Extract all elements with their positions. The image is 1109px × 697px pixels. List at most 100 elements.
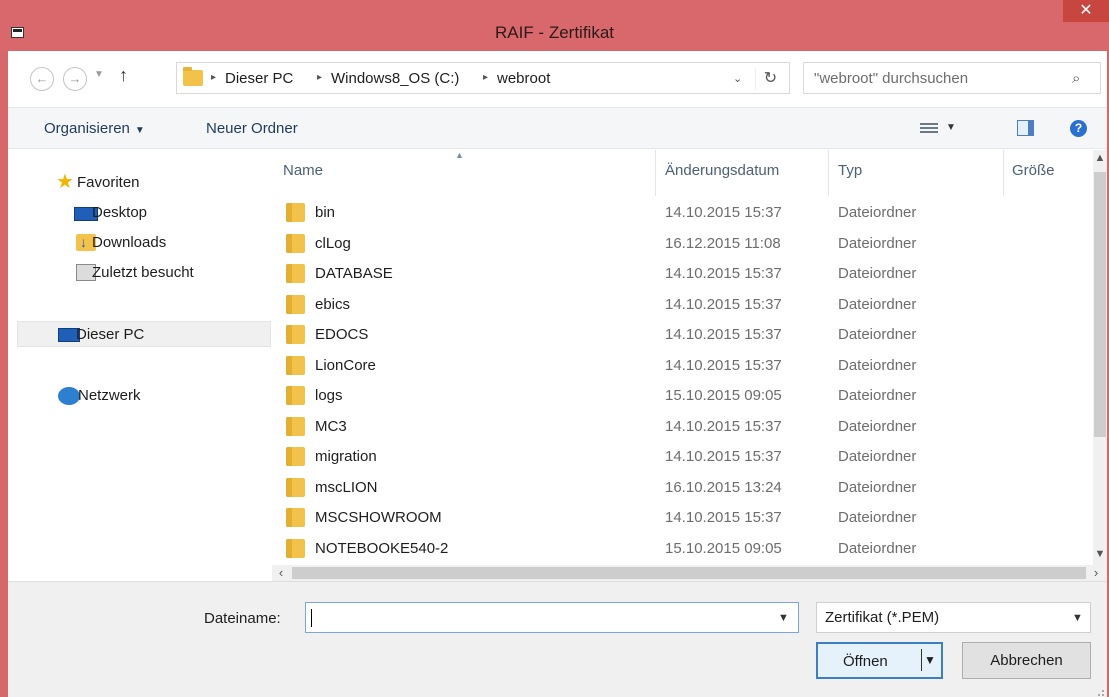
table-row[interactable]: EDOCS 14.10.2015 15:37 Dateiordner [272,320,1092,350]
breadcrumb-separator-icon: ▸ [317,72,323,83]
nav-this-pc-label: Dieser PC [76,326,145,343]
filename-input[interactable]: ▼ [305,602,799,633]
file-type-select[interactable]: Zertifikat (*.PEM) ▼ [816,602,1091,633]
new-folder-button[interactable]: Neuer Ordner [206,120,298,137]
file-date: 14.10.2015 15:37 [665,295,782,313]
breadcrumb-drive[interactable]: Windows8_OS (C:) [331,70,459,87]
dialog-client: ← → ▼ ↑ ▸ Dieser PC ▸ Windows8_OS (C:) ▸… [8,51,1107,697]
file-name: bin [315,204,336,221]
column-header-date[interactable]: Änderungsdatum [665,162,779,179]
table-row[interactable]: ebics 14.10.2015 15:37 Dateiordner [272,290,1092,320]
address-chevron-down-icon[interactable]: ⌄ [733,72,742,85]
folder-icon [286,325,305,344]
scroll-down-icon[interactable]: ▼ [1093,548,1107,560]
organize-button[interactable]: Organisieren ▼ [44,120,145,137]
nav-favorites-label: Favoriten [77,174,140,191]
column-divider[interactable] [655,150,656,196]
nav-recent-places[interactable]: Zuletzt besucht [20,260,272,286]
table-row[interactable]: DATABASE 14.10.2015 15:37 Dateiordner [272,259,1092,289]
scroll-up-icon[interactable]: ▲ [1093,152,1107,164]
search-input[interactable]: "webroot" durchsuchen ⌕ [803,62,1101,94]
nav-desktop[interactable]: Desktop [20,200,272,226]
split-divider [921,649,922,671]
horizontal-scroll-thumb[interactable] [292,567,1086,579]
folder-icon [286,538,305,558]
file-date: 14.10.2015 15:37 [665,265,782,282]
table-row[interactable]: MSCSHOWROOM 14.10.2015 15:37 Dateiordner [272,503,1092,533]
cancel-button[interactable]: Abbrechen [962,642,1091,679]
folder-icon [286,447,305,466]
view-chevron-down-icon[interactable]: ▼ [946,122,956,133]
column-header-name[interactable]: Name [283,162,323,179]
file-type: Dateiordner [838,204,917,221]
nav-favorites[interactable]: ★ Favoriten [20,170,272,196]
close-button[interactable]: ✕ [1063,0,1109,22]
file-type: Dateiordner [838,234,917,252]
file-list: ▲ Name Änderungsdatum Typ Größe bin 14.10… [272,150,1107,581]
table-row[interactable]: mscLION 16.10.2015 13:24 Dateiordner [272,473,1092,503]
resize-grip-icon[interactable] [1098,690,1104,696]
file-type: Dateiordner [838,417,917,435]
horizontal-scrollbar[interactable]: ‹ › [272,565,1107,581]
back-button[interactable]: ← [30,67,54,91]
file-date: 14.10.2015 15:37 [665,204,782,221]
vertical-scroll-thumb[interactable] [1094,172,1106,437]
help-icon[interactable]: ? [1070,120,1087,137]
cancel-button-label: Abbrechen [990,652,1063,669]
folder-icon [286,477,305,497]
forward-button[interactable]: → [63,67,87,91]
column-header-type[interactable]: Typ [838,162,862,179]
file-type-value: Zertifikat (*.PEM) [825,609,940,626]
nav-network[interactable]: Netzwerk [20,383,272,409]
folder-icon [286,416,305,436]
file-date: 14.10.2015 15:37 [665,326,782,343]
chevron-down-icon: ▼ [134,125,145,136]
file-open-dialog: RAIF - Zertifikat ✕ ← → ▼ ↑ ▸ Dieser PC … [0,0,1109,697]
file-date: 14.10.2015 15:37 [665,448,782,465]
file-date: 15.10.2015 09:05 [665,387,782,404]
nav-downloads[interactable]: Downloads [20,230,272,256]
file-type: Dateiordner [838,387,917,404]
file-type: Dateiordner [838,326,917,343]
file-name: LionCore [315,356,376,374]
preview-pane-icon[interactable] [1017,120,1034,136]
file-name: MC3 [315,417,347,435]
view-options-icon[interactable] [920,121,938,135]
file-name: ebics [315,295,351,313]
column-divider[interactable] [1003,150,1004,196]
refresh-icon[interactable]: ↻ [755,68,785,90]
scroll-right-icon[interactable]: › [1087,565,1105,580]
nav-this-pc[interactable]: Dieser PC [17,321,271,347]
folder-icon [286,294,305,314]
up-arrow-icon[interactable]: ↑ [119,65,128,86]
address-row: ← → ▼ ↑ ▸ Dieser PC ▸ Windows8_OS (C:) ▸… [8,51,1107,107]
filename-chevron-down-icon[interactable]: ▼ [778,612,789,624]
table-row[interactable]: MC3 14.10.2015 15:37 Dateiordner [272,412,1092,442]
table-row[interactable]: logs 15.10.2015 09:05 Dateiordner [272,381,1092,411]
file-name: DATABASE [315,265,393,282]
breadcrumb-this-pc[interactable]: Dieser PC [225,70,293,87]
file-name: logs [315,387,343,404]
column-header-size[interactable]: Größe [1012,162,1055,179]
table-row[interactable]: NOTEBOOKE540-2 15.10.2015 09:05 Dateiordne… [272,534,1092,564]
table-row[interactable]: clLog 16.12.2015 11:08 Dateiordner [272,229,1092,259]
organize-label: Organisieren [44,120,130,137]
search-icon[interactable]: ⌕ [1072,70,1080,87]
table-row[interactable]: migration 14.10.2015 15:37 Dateiordner [272,442,1092,472]
recent-locations-chevron-down-icon[interactable]: ▼ [94,69,104,80]
open-options-chevron-down-icon[interactable]: ▼ [924,653,936,667]
file-type: Dateiordner [838,539,917,557]
title-bar[interactable]: RAIF - Zertifikat ✕ [0,0,1109,51]
scroll-left-icon[interactable]: ‹ [272,565,290,580]
table-row[interactable]: LionCore 14.10.2015 15:37 Dateiordner [272,351,1092,381]
vertical-scrollbar[interactable]: ▲ ▼ [1093,150,1107,565]
open-button[interactable]: Öffnen ▼ [816,642,943,679]
file-date: 14.10.2015 15:37 [665,417,782,435]
column-divider[interactable] [828,150,829,196]
folder-icon [286,203,305,222]
breadcrumb-webroot[interactable]: webroot [497,70,550,87]
address-bar[interactable]: ▸ Dieser PC ▸ Windows8_OS (C:) ▸ webroot… [176,62,790,94]
folder-icon [286,386,305,405]
file-name: NOTEBOOKE540-2 [315,539,449,557]
table-row[interactable]: bin 14.10.2015 15:37 Dateiordner [272,198,1092,228]
